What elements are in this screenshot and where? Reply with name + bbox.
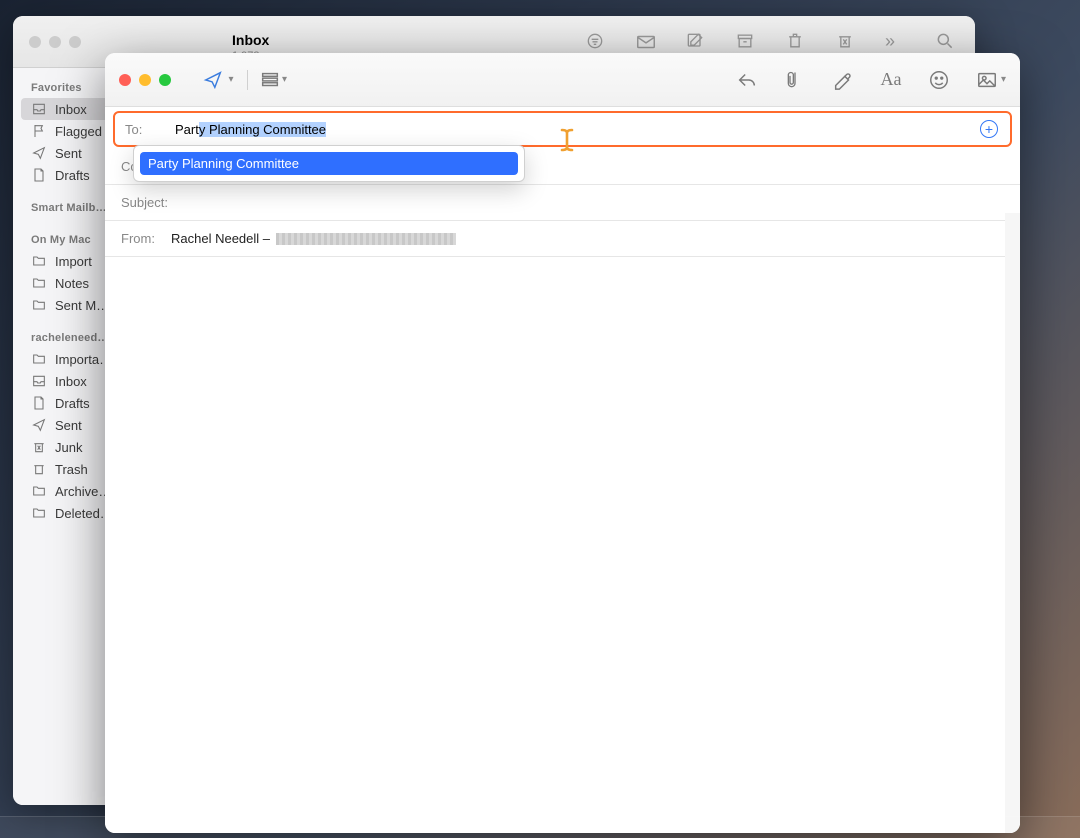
more-icon[interactable]: »: [885, 31, 907, 53]
compose-toolbar: ▾ ▾ Aa ▾: [105, 53, 1020, 107]
draft-icon: [31, 167, 47, 183]
subject-field-row[interactable]: Subject:: [105, 185, 1020, 221]
traffic-light: [69, 36, 81, 48]
from-field-row[interactable]: From: Rachel Needell –: [105, 221, 1020, 257]
inbox-icon: [31, 101, 47, 117]
traffic-light: [49, 36, 61, 48]
compose-window: ▾ ▾ Aa ▾ To: Party Planning Committee: [105, 53, 1020, 833]
sidebar-item-label: Inbox: [55, 102, 87, 117]
close-button[interactable]: [119, 74, 131, 86]
trash-icon[interactable]: [785, 31, 807, 53]
add-contact-button[interactable]: +: [980, 120, 998, 138]
traffic-light: [29, 36, 41, 48]
to-label: To:: [125, 122, 165, 137]
sent-icon: [31, 145, 47, 161]
folder-icon: [31, 505, 47, 521]
compose-icon[interactable]: [685, 31, 707, 53]
inbox-icon: [31, 373, 47, 389]
compose-body[interactable]: [105, 257, 1020, 833]
sidebar-item-label: Drafts: [55, 168, 90, 183]
folder-icon: [31, 253, 47, 269]
send-icon[interactable]: [201, 68, 225, 92]
chevron-down-icon[interactable]: ▾: [225, 68, 237, 92]
to-input[interactable]: Party Planning Committee: [175, 122, 326, 137]
fullscreen-button[interactable]: [159, 74, 171, 86]
autocomplete-item[interactable]: Party Planning Committee: [140, 152, 518, 175]
envelope-icon[interactable]: [635, 31, 657, 53]
from-email-redacted: [276, 233, 456, 245]
dock-area: [0, 816, 1080, 838]
emoji-icon[interactable]: [927, 68, 951, 92]
sidebar-item-label: Flagged: [55, 124, 102, 139]
markup-icon[interactable]: [831, 68, 855, 92]
minimize-button[interactable]: [139, 74, 151, 86]
from-label: From:: [121, 231, 161, 246]
sidebar-item-label: Sent: [55, 146, 82, 161]
to-selected-text: y Planning Committee: [199, 122, 326, 137]
to-typed-text: Part: [175, 122, 199, 137]
sidebar-item-label: Trash: [55, 462, 88, 477]
archive-icon[interactable]: [735, 31, 757, 53]
sidebar-item-label: Drafts: [55, 396, 90, 411]
junk-icon[interactable]: [835, 31, 857, 53]
compose-traffic-lights: [119, 74, 171, 86]
sidebar-item-label: Sent: [55, 418, 82, 433]
folder-icon: [31, 297, 47, 313]
sidebar-item-label: Archive…: [55, 484, 111, 499]
traffic-lights-inactive: [13, 36, 81, 48]
toolbar-separator: [247, 70, 248, 90]
chevron-down-icon[interactable]: ▾: [1001, 74, 1006, 85]
folder-icon: [31, 351, 47, 367]
flag-icon: [31, 123, 47, 139]
sidebar-item-label: Inbox: [55, 374, 87, 389]
attachment-icon[interactable]: [783, 68, 807, 92]
reply-icon[interactable]: [735, 68, 759, 92]
chevron-down-icon[interactable]: ▾: [282, 74, 287, 85]
photo-icon[interactable]: [975, 68, 999, 92]
scrollbar[interactable]: [1005, 213, 1020, 833]
draft-icon: [31, 395, 47, 411]
autocomplete-popup: Party Planning Committee: [133, 145, 525, 182]
sidebar-item-label: Import: [55, 254, 92, 269]
search-icon[interactable]: [935, 31, 957, 53]
sent-icon: [31, 417, 47, 433]
filter-icon[interactable]: [585, 31, 607, 53]
subject-label: Subject:: [121, 195, 177, 210]
sidebar-item-label: Junk: [55, 440, 82, 455]
inbox-title: Inbox: [232, 32, 313, 48]
text-cursor-icon: [557, 127, 577, 159]
header-fields-icon[interactable]: [258, 68, 282, 92]
sidebar-item-label: Importa…: [55, 352, 112, 367]
from-name: Rachel Needell –: [171, 231, 270, 246]
junk-icon: [31, 439, 47, 455]
folder-icon: [31, 483, 47, 499]
format-icon[interactable]: Aa: [879, 68, 903, 92]
folder-icon: [31, 275, 47, 291]
sidebar-item-label: Notes: [55, 276, 89, 291]
trash-icon: [31, 461, 47, 477]
sidebar-item-label: Sent M…: [55, 298, 109, 313]
